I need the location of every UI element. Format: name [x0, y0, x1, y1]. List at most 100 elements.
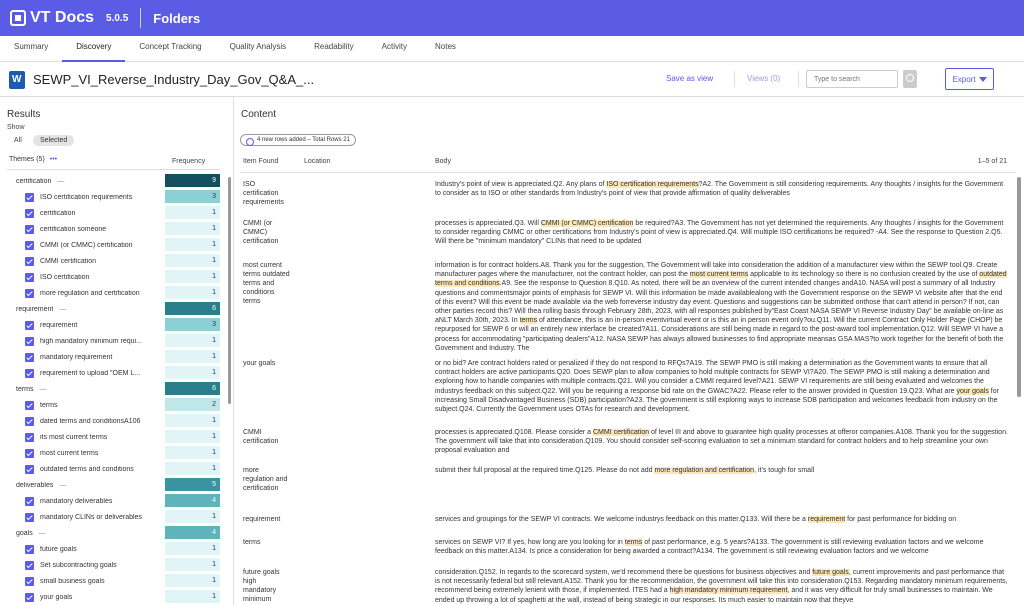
theme-group[interactable]: requirement — 6: [0, 301, 225, 317]
body-header[interactable]: Body: [435, 158, 451, 165]
results-scrollbar[interactable]: [228, 177, 231, 404]
content-scrollbar[interactable]: [1017, 177, 1021, 397]
checkbox[interactable]: [25, 208, 34, 218]
theme-item[interactable]: mandatory requirement 1: [0, 349, 225, 365]
checkbox[interactable]: [25, 512, 34, 522]
tab-summary[interactable]: Summary: [0, 36, 62, 62]
collapse-icon[interactable]: —: [57, 178, 64, 185]
checkbox[interactable]: [25, 448, 34, 458]
theme-group[interactable]: terms — 6: [0, 381, 225, 397]
tab-discovery[interactable]: Discovery: [62, 36, 126, 62]
tab-concept-tracking[interactable]: Concept Tracking: [125, 36, 215, 62]
search-input[interactable]: [806, 70, 898, 88]
theme-item[interactable]: most current terms 1: [0, 445, 225, 461]
theme-item[interactable]: CMMI certification 1: [0, 253, 225, 269]
collapse-icon[interactable]: —: [40, 386, 47, 393]
theme-label: terms: [40, 401, 58, 409]
theme-item[interactable]: its most current terms 1: [0, 429, 225, 445]
checkbox[interactable]: [25, 496, 34, 506]
tab-readability[interactable]: Readability: [300, 36, 368, 62]
theme-item[interactable]: outdated terms and conditions 1: [0, 461, 225, 477]
item-found-header[interactable]: Item Found: [243, 158, 278, 165]
checkbox[interactable]: [25, 288, 34, 298]
theme-item[interactable]: mandatory CLINs or deliverables 1: [0, 509, 225, 525]
body-text: applicable to its technology so there is…: [748, 271, 980, 279]
section-title[interactable]: Folders: [153, 11, 200, 26]
checkbox[interactable]: [25, 368, 34, 378]
theme-label: mandatory requirement: [40, 353, 113, 361]
theme-item[interactable]: requirement to upload "OEM L... 1: [0, 365, 225, 381]
checkbox[interactable]: [25, 352, 34, 362]
collapse-icon[interactable]: —: [59, 482, 66, 489]
show-all-toggle[interactable]: All: [14, 137, 22, 144]
theme-label: ISO certification: [40, 273, 90, 281]
tab-quality-analysis[interactable]: Quality Analysis: [216, 36, 300, 62]
body-text: consideration.Q152. In regards to the sc…: [435, 569, 813, 576]
theme-item[interactable]: terms 2: [0, 397, 225, 413]
body-cell: information is for contract holders.A8. …: [435, 261, 1009, 353]
body-cell: processes is appreciated.Q3. Will CMMI (…: [435, 219, 1009, 247]
checkbox[interactable]: [25, 464, 34, 474]
highlight: terms: [624, 539, 643, 546]
document-bar: SEWP_VI_Reverse_Industry_Day_Gov_Q&A_...…: [0, 63, 1024, 97]
tab-bar: Summary Discovery Concept Tracking Quali…: [0, 36, 1024, 62]
checkbox[interactable]: [25, 416, 34, 426]
theme-item[interactable]: certification someone 1: [0, 221, 225, 237]
content-heading: Content: [241, 109, 277, 120]
header-divider: [140, 8, 142, 28]
tab-notes[interactable]: Notes: [421, 36, 470, 62]
collapse-icon[interactable]: —: [59, 306, 66, 313]
body-text: processes is appreciated.Q3. Will: [435, 220, 541, 227]
highlight: requirement: [807, 516, 846, 523]
checkbox[interactable]: [25, 272, 34, 282]
theme-list: certification — 9 ISO certification require…: [0, 173, 225, 605]
document-title: SEWP_VI_Reverse_Industry_Day_Gov_Q&A_...: [33, 72, 315, 87]
app-logo[interactable]: VT Docs: [10, 9, 94, 27]
checkbox[interactable]: [25, 400, 34, 410]
save-as-view-link[interactable]: Save as view: [666, 74, 713, 83]
collapse-icon[interactable]: —: [39, 530, 46, 537]
theme-item[interactable]: certification 1: [0, 205, 225, 221]
checkbox[interactable]: [25, 240, 34, 250]
theme-item[interactable]: high mandatory minimum requi... 1: [0, 333, 225, 349]
body-cell: submit their full proposal at the requir…: [435, 466, 1009, 475]
theme-item[interactable]: your goals 1: [0, 589, 225, 605]
theme-item[interactable]: ISO certification 1: [0, 269, 225, 285]
theme-item[interactable]: more regulation and certification 1: [0, 285, 225, 301]
theme-group[interactable]: deliverables — 5: [0, 477, 225, 493]
frequency-value: 4: [165, 494, 220, 507]
frequency-value: 2: [165, 398, 220, 411]
checkbox[interactable]: [25, 192, 34, 202]
theme-item[interactable]: Set subcontracting goals 1: [0, 557, 225, 573]
checkbox[interactable]: [25, 320, 34, 330]
theme-item[interactable]: ISO certification requirements 3: [0, 189, 225, 205]
theme-item[interactable]: CMMI (or CMMC) certification 1: [0, 237, 225, 253]
tab-activity[interactable]: Activity: [368, 36, 421, 62]
checkbox[interactable]: [25, 336, 34, 346]
checkbox[interactable]: [25, 544, 34, 554]
body-cell: services on SEWP VI? If yes, how long ar…: [435, 538, 1009, 556]
item-found-cell: requirement: [243, 516, 281, 523]
theme-group[interactable]: certification — 9: [0, 173, 225, 189]
body-cell: services and groupings for the SEWP VI c…: [435, 515, 1009, 524]
theme-item[interactable]: dated terms and conditionsA106 1: [0, 413, 225, 429]
more-options-icon[interactable]: •••: [50, 156, 57, 163]
search-icon[interactable]: [903, 70, 917, 88]
show-selected-toggle[interactable]: Selected: [33, 135, 75, 146]
theme-item[interactable]: small business goals 1: [0, 573, 225, 589]
checkbox[interactable]: [25, 432, 34, 442]
checkbox[interactable]: [25, 224, 34, 234]
rows-added-badge[interactable]: 4 new rows added – Total Rows 21: [240, 134, 356, 146]
checkbox[interactable]: [25, 576, 34, 586]
top-bar: VT Docs 5.0.5 Folders: [0, 0, 1024, 36]
location-header[interactable]: Location: [304, 158, 330, 165]
checkbox[interactable]: [25, 256, 34, 266]
export-button[interactable]: Export: [945, 68, 994, 90]
theme-item[interactable]: mandatory deliverables 4: [0, 493, 225, 509]
theme-item[interactable]: requirement 3: [0, 317, 225, 333]
checkbox[interactable]: [25, 560, 34, 570]
theme-group[interactable]: goals — 4: [0, 525, 225, 541]
views-link[interactable]: Views (0): [747, 74, 780, 83]
checkbox[interactable]: [25, 592, 34, 602]
theme-item[interactable]: future goals 1: [0, 541, 225, 557]
